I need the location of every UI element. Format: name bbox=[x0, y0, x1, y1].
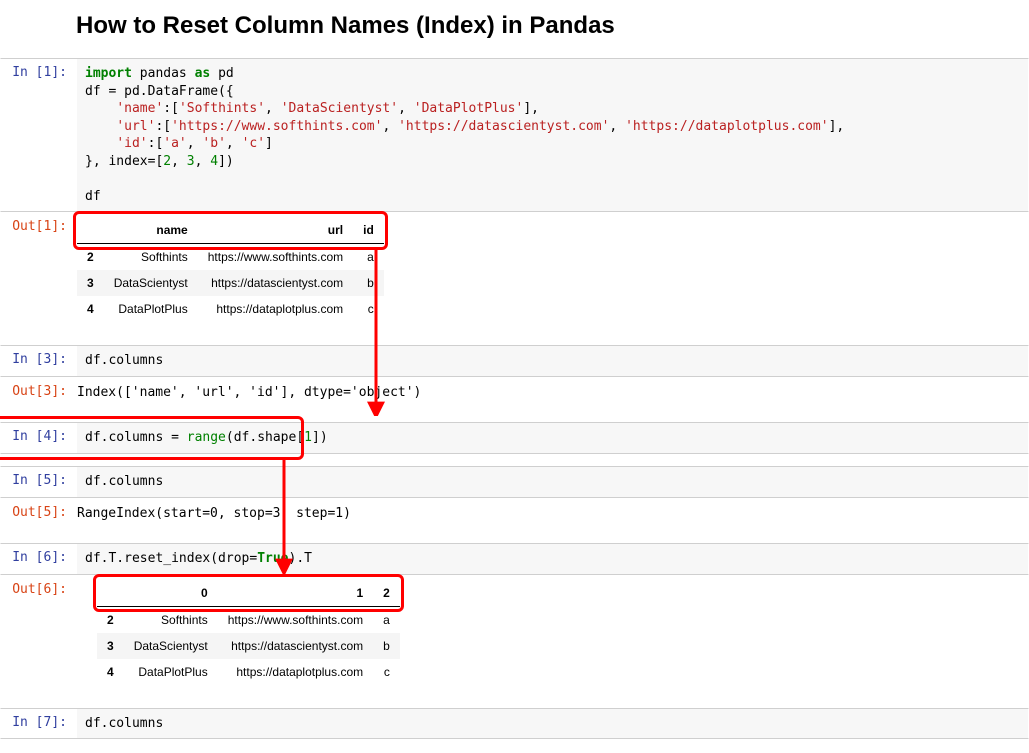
dataframe-output-6: 0122Softhintshttps://www.softhints.coma3… bbox=[97, 580, 400, 685]
row-index: 2 bbox=[77, 244, 104, 271]
prompt-out-3: Out[3]: bbox=[1, 378, 77, 399]
output-cell-6: Out[6]: 0122Softhintshttps://www.softhin… bbox=[0, 575, 1029, 696]
code-input-7[interactable]: df.columns bbox=[77, 709, 1028, 739]
table-header: 2 bbox=[373, 580, 400, 607]
table-header: id bbox=[353, 217, 384, 244]
table-cell: c bbox=[373, 659, 400, 685]
code-input-6[interactable]: df.T.reset_index(drop=True).T bbox=[77, 544, 1028, 574]
prompt-out-6: Out[6]: bbox=[1, 576, 77, 597]
code-cell-1[interactable]: In [1]: import pandas as pd df = pd.Data… bbox=[0, 58, 1029, 212]
table-header bbox=[77, 217, 104, 244]
prompt-out-1: Out[1]: bbox=[1, 213, 77, 234]
row-index: 3 bbox=[97, 633, 124, 659]
table-cell: DataPlotPlus bbox=[104, 296, 198, 322]
table-cell: https://datascientyst.com bbox=[218, 633, 373, 659]
text-output-5: RangeIndex(start=0, stop=3, step=1) bbox=[77, 499, 1028, 531]
table-row: 4DataPlotPlushttps://dataplotplus.comc bbox=[97, 659, 400, 685]
row-index: 3 bbox=[77, 270, 104, 296]
table-cell: https://datascientyst.com bbox=[198, 270, 353, 296]
dataframe-output-1: nameurlid2Softhintshttps://www.softhints… bbox=[77, 217, 384, 322]
prompt-in-1: In [1]: bbox=[1, 59, 77, 80]
code-cell-3[interactable]: In [3]: df.columns bbox=[0, 345, 1029, 377]
output-cell-5: Out[5]: RangeIndex(start=0, stop=3, step… bbox=[0, 498, 1029, 532]
table-cell: https://dataplotplus.com bbox=[198, 296, 353, 322]
table-header: 0 bbox=[124, 580, 218, 607]
table-row: 3DataScientysthttps://datascientyst.comb bbox=[97, 633, 400, 659]
prompt-in-7: In [7]: bbox=[1, 709, 77, 730]
code-cell-4[interactable]: In [4]: df.columns = range(df.shape[1]) bbox=[0, 422, 1029, 454]
table-row: 2Softhintshttps://www.softhints.coma bbox=[77, 244, 384, 271]
prompt-in-4: In [4]: bbox=[1, 423, 77, 444]
page-title: How to Reset Column Names (Index) in Pan… bbox=[76, 12, 1029, 40]
table-row: 4DataPlotPlushttps://dataplotplus.comc bbox=[77, 296, 384, 322]
table-cell: DataPlotPlus bbox=[124, 659, 218, 685]
prompt-in-3: In [3]: bbox=[1, 346, 77, 367]
row-index: 2 bbox=[97, 606, 124, 633]
table-row: 3DataScientysthttps://datascientyst.comb bbox=[77, 270, 384, 296]
table-cell: https://www.softhints.com bbox=[198, 244, 353, 271]
output-cell-1: Out[1]: nameurlid2Softhintshttps://www.s… bbox=[0, 212, 1029, 333]
table-cell: DataScientyst bbox=[104, 270, 198, 296]
code-input-4[interactable]: df.columns = range(df.shape[1]) bbox=[77, 423, 1028, 453]
table-cell: b bbox=[353, 270, 384, 296]
table-cell: Softhints bbox=[124, 606, 218, 633]
prompt-in-6: In [6]: bbox=[1, 544, 77, 565]
table-header: name bbox=[104, 217, 198, 244]
row-index: 4 bbox=[97, 659, 124, 685]
table-cell: a bbox=[373, 606, 400, 633]
table-cell: c bbox=[353, 296, 384, 322]
code-input-1[interactable]: import pandas as pd df = pd.DataFrame({ … bbox=[77, 59, 1028, 211]
text-output-3: Index(['name', 'url', 'id'], dtype='obje… bbox=[77, 378, 1028, 410]
table-cell: Softhints bbox=[104, 244, 198, 271]
code-cell-7[interactable]: In [7]: df.columns bbox=[0, 708, 1029, 740]
code-input-5[interactable]: df.columns bbox=[77, 467, 1028, 497]
table-header: 1 bbox=[218, 580, 373, 607]
code-input-3[interactable]: df.columns bbox=[77, 346, 1028, 376]
table-row: 2Softhintshttps://www.softhints.coma bbox=[97, 606, 400, 633]
table-cell: a bbox=[353, 244, 384, 271]
prompt-in-5: In [5]: bbox=[1, 467, 77, 488]
code-cell-5[interactable]: In [5]: df.columns bbox=[0, 466, 1029, 498]
table-cell: https://dataplotplus.com bbox=[218, 659, 373, 685]
table-header: url bbox=[198, 217, 353, 244]
prompt-out-5: Out[5]: bbox=[1, 499, 77, 520]
table-header bbox=[97, 580, 124, 607]
table-cell: DataScientyst bbox=[124, 633, 218, 659]
output-cell-3: Out[3]: Index(['name', 'url', 'id'], dty… bbox=[0, 377, 1029, 411]
table-cell: b bbox=[373, 633, 400, 659]
code-cell-6[interactable]: In [6]: df.T.reset_index(drop=True).T bbox=[0, 543, 1029, 575]
table-cell: https://www.softhints.com bbox=[218, 606, 373, 633]
row-index: 4 bbox=[77, 296, 104, 322]
